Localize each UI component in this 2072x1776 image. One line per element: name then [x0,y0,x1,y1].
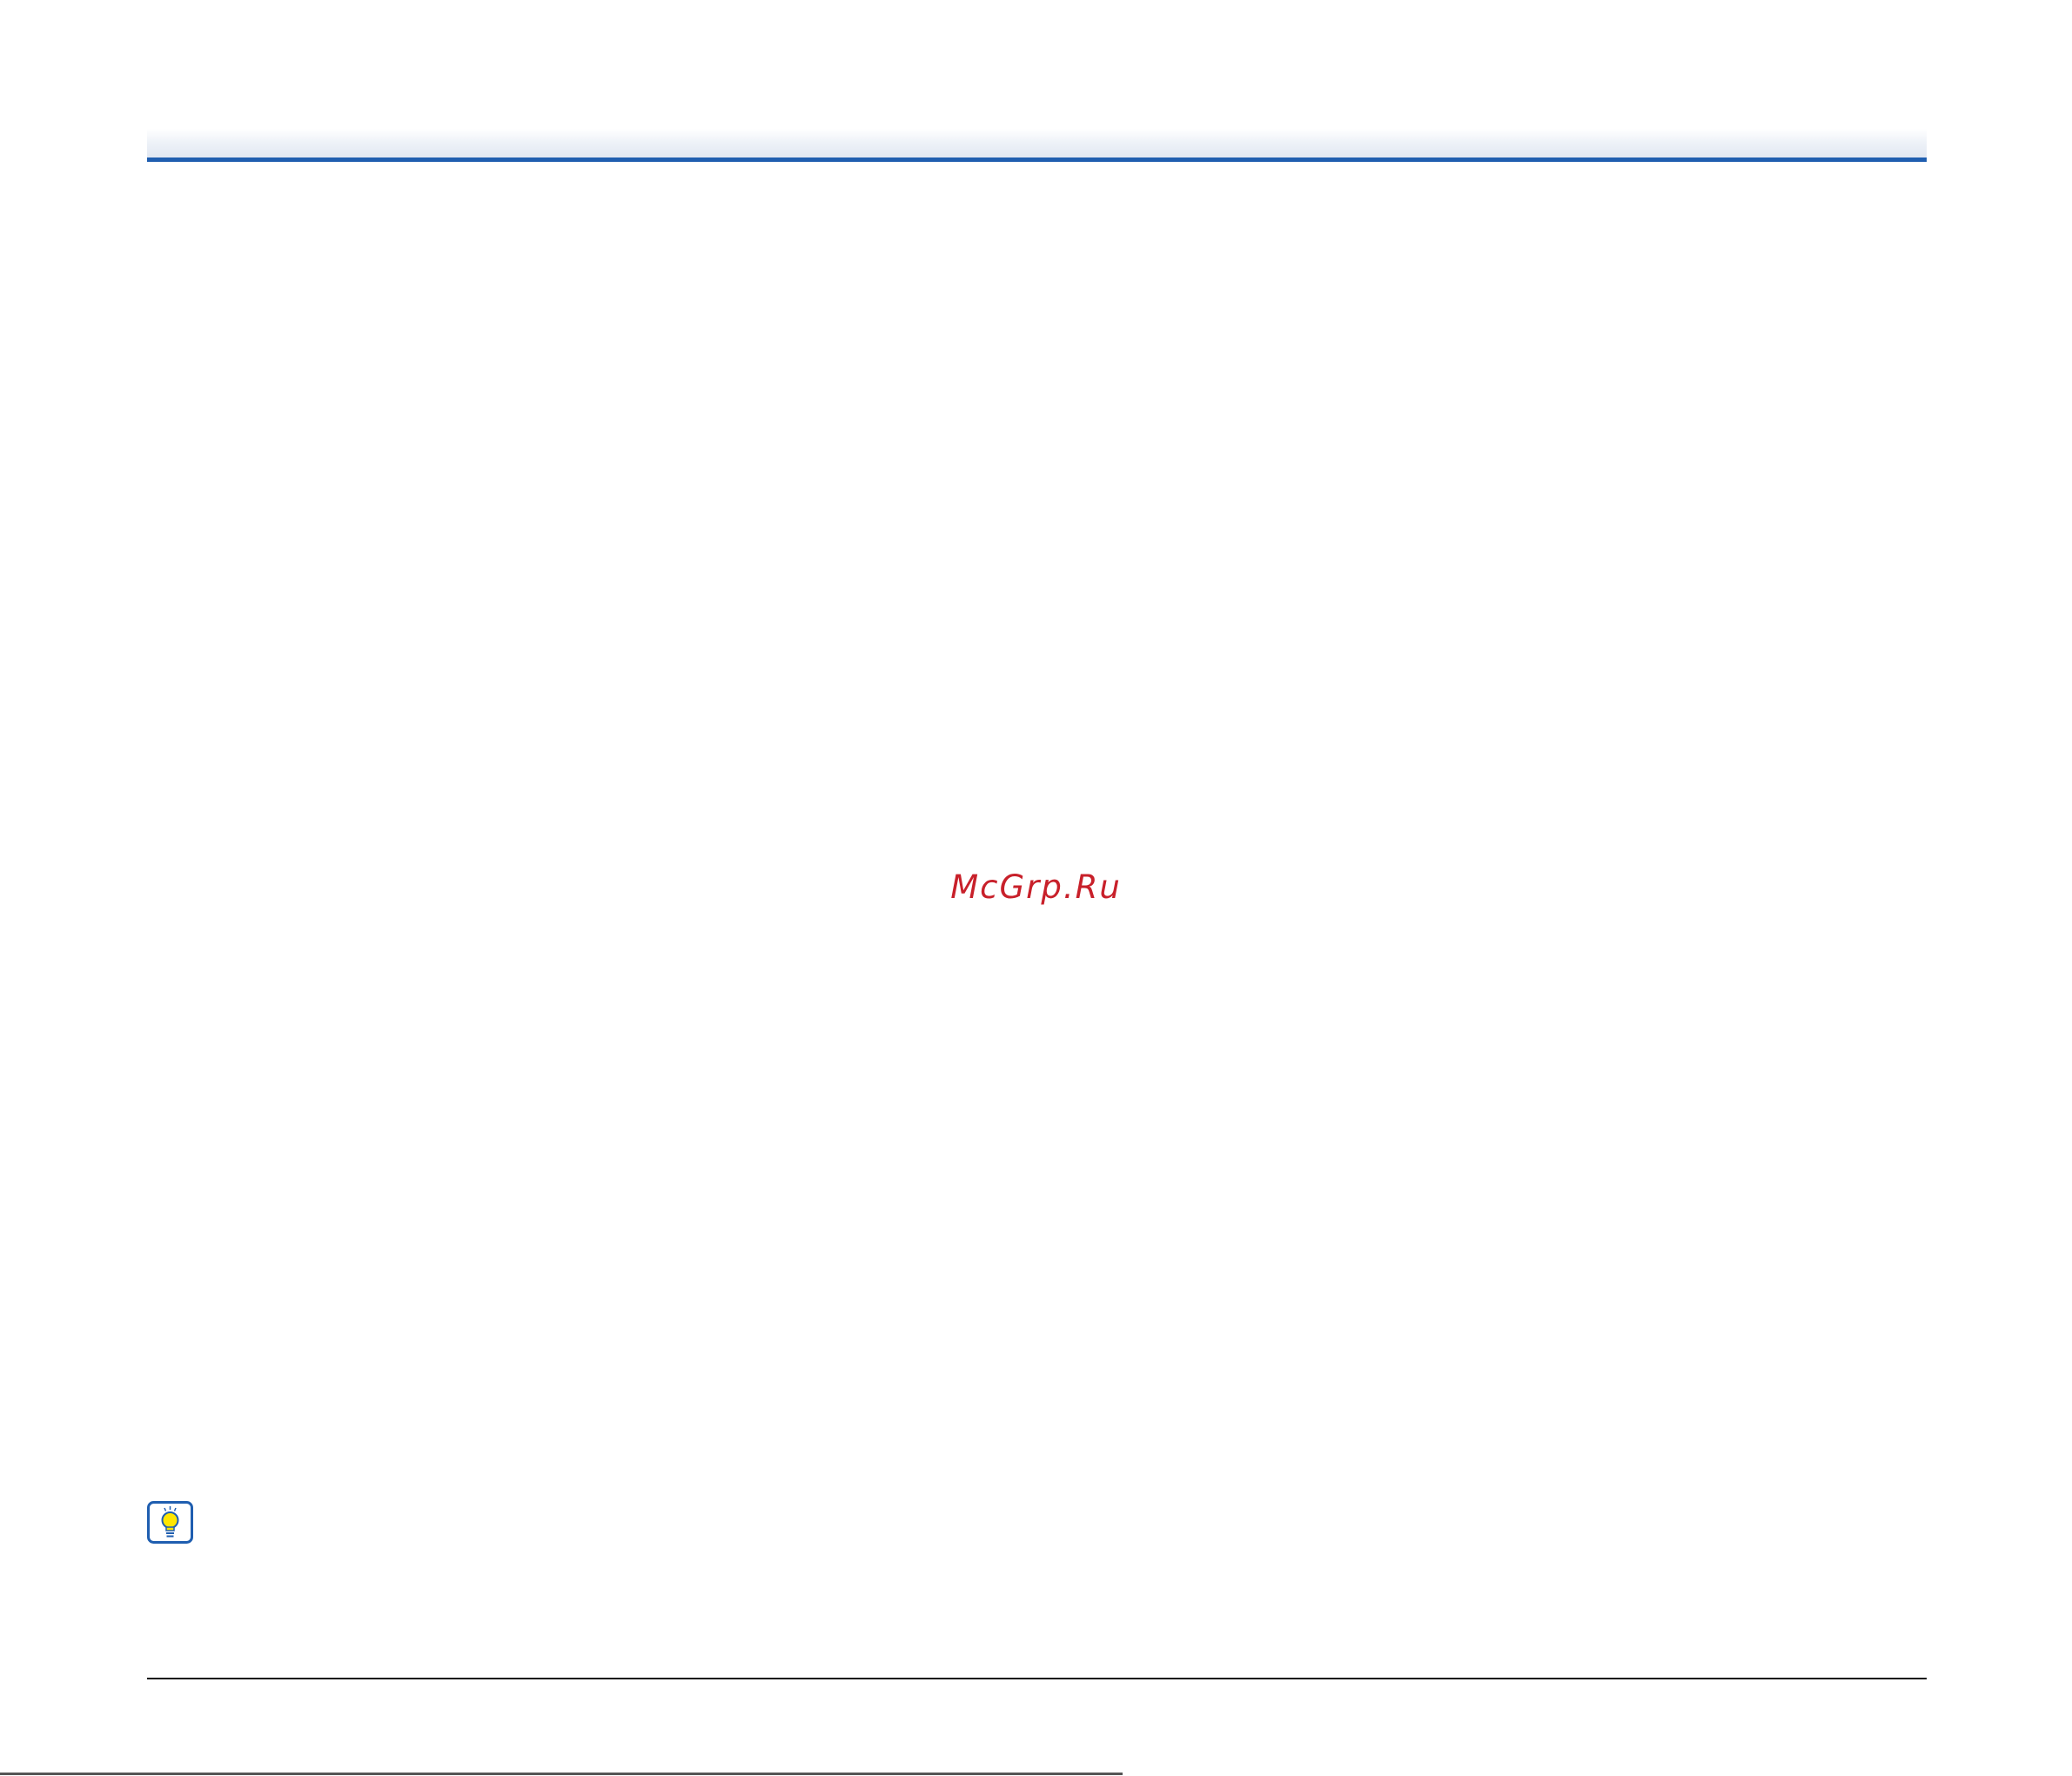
manual-page: McGrp.Ru [0,0,2072,1776]
bottom-edge-fragment [0,1773,1123,1775]
footer-rule [147,1678,1927,1679]
lightbulb-hint-icon [147,1501,193,1544]
header-band [147,129,1927,159]
watermark-text: McGrp.Ru [950,868,1122,906]
header-rule [147,157,1927,162]
